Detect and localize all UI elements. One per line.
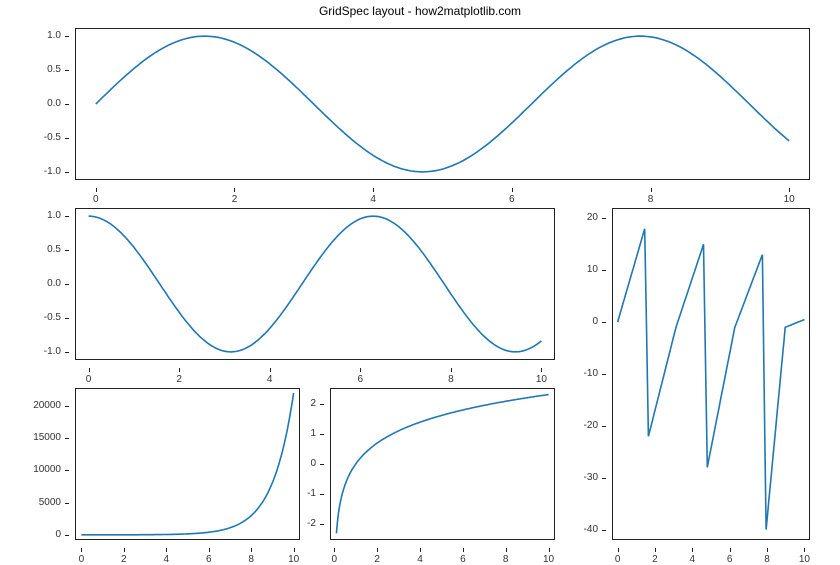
ytick-label: 15000 bbox=[33, 432, 61, 443]
ytick-label: 10000 bbox=[33, 464, 61, 475]
figure: GridSpec layout - how2matplotlib.com -1.… bbox=[0, 0, 840, 560]
ytick-label: 1.0 bbox=[47, 210, 61, 221]
xtick-label: 2 bbox=[176, 374, 182, 385]
axes-ax4: 050001000015000200000246810 bbox=[75, 388, 300, 540]
ytick-label: 0 bbox=[310, 458, 316, 469]
ytick-label: -0.5 bbox=[44, 132, 61, 143]
ytick-label: -20 bbox=[584, 420, 598, 431]
ytick-label: 5000 bbox=[39, 497, 61, 508]
ytick-label: 1.0 bbox=[47, 30, 61, 41]
ytick-label: 0.0 bbox=[47, 98, 61, 109]
ytick-label: 10 bbox=[587, 264, 598, 275]
ytick-label: -30 bbox=[584, 472, 598, 483]
xtick-label: 4 bbox=[267, 374, 273, 385]
ytick-label: 0 bbox=[592, 316, 598, 327]
figure-title: GridSpec layout - how2matplotlib.com bbox=[0, 4, 840, 18]
xtick-label: 0 bbox=[93, 194, 99, 205]
ytick-label: 1 bbox=[310, 428, 316, 439]
axes-ax1: -1.0-0.50.00.51.00246810 bbox=[75, 28, 810, 180]
axes-frame bbox=[75, 28, 810, 180]
axes-frame bbox=[75, 388, 300, 540]
ytick-label: -2 bbox=[307, 518, 316, 529]
axes-ax2: -1.0-0.50.00.51.00246810 bbox=[75, 208, 555, 360]
ytick-label: 0.5 bbox=[47, 244, 61, 255]
xtick-label: 8 bbox=[648, 194, 654, 205]
ytick-label: 20 bbox=[587, 212, 598, 223]
axes-frame bbox=[75, 208, 555, 360]
xtick-label: 8 bbox=[448, 374, 454, 385]
ytick-label: 2 bbox=[310, 398, 316, 409]
xtick-label: 2 bbox=[232, 194, 238, 205]
ytick-label: 0.5 bbox=[47, 64, 61, 75]
axes-frame bbox=[330, 388, 555, 540]
xtick-label: 0 bbox=[86, 374, 92, 385]
xtick-label: 10 bbox=[536, 374, 547, 385]
ytick-label: -1.0 bbox=[44, 346, 61, 357]
ytick-label: 0 bbox=[55, 529, 61, 540]
xtick-label: 10 bbox=[784, 194, 795, 205]
ytick-label: -1 bbox=[307, 488, 316, 499]
ytick-label: -1.0 bbox=[44, 166, 61, 177]
axes-ax3: -40-30-20-10010200246810 bbox=[612, 208, 810, 540]
ytick-label: 0.0 bbox=[47, 278, 61, 289]
ytick-label: -40 bbox=[584, 524, 598, 535]
xtick-label: 6 bbox=[509, 194, 515, 205]
axes-ax5: -2-10120246810 bbox=[330, 388, 555, 540]
ytick-label: -10 bbox=[584, 368, 598, 379]
axes-frame bbox=[612, 208, 810, 540]
xtick-label: 4 bbox=[370, 194, 376, 205]
ytick-label: -0.5 bbox=[44, 312, 61, 323]
xtick-label: 6 bbox=[358, 374, 364, 385]
ytick-label: 20000 bbox=[33, 400, 61, 411]
